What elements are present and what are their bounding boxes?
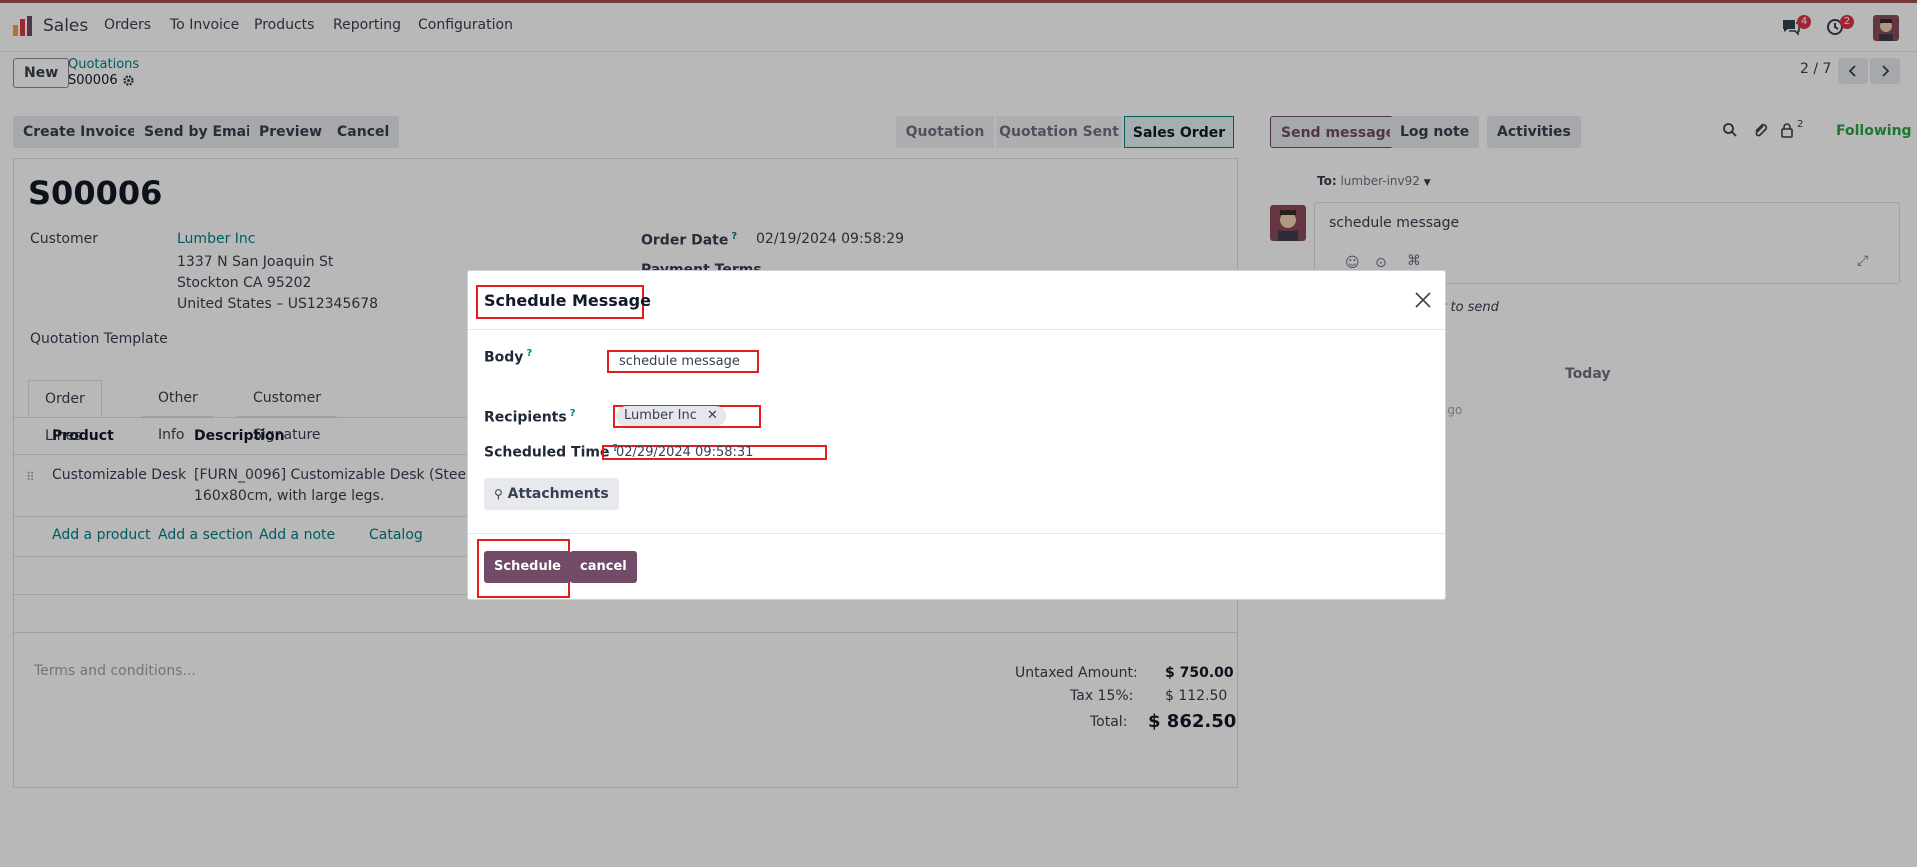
modal-header-divider [468,329,1445,330]
modal-title: Schedule Message [484,291,651,310]
body-label: Body? [484,348,533,366]
attachments-label: Attachments [507,486,609,502]
schedule-button[interactable]: Schedule [484,551,571,583]
schedule-message-dialog: Schedule Message Body? schedule message … [467,270,1446,600]
attachments-button[interactable]: ⚲ Attachments [484,478,619,510]
recipient-tag: Lumber Inc ✕ [616,406,726,426]
scheduled-time-label-text: Scheduled Time [484,444,610,461]
recipient-tag-label: Lumber Inc [624,408,697,423]
modal-footer-divider [468,533,1445,534]
body-input[interactable]: schedule message [619,354,740,369]
recipients-label-text: Recipients [484,409,567,426]
remove-tag-icon[interactable]: ✕ [707,408,718,423]
paperclip-icon: ⚲ [494,487,503,501]
body-label-text: Body [484,349,524,366]
close-icon[interactable] [1414,291,1432,309]
recipients-label: Recipients? [484,408,576,426]
scheduled-time-label: Scheduled Time? [484,443,619,461]
scheduled-time-input[interactable]: 02/29/2024 09:58:31 [616,445,753,460]
cancel-button[interactable]: cancel [570,551,637,583]
